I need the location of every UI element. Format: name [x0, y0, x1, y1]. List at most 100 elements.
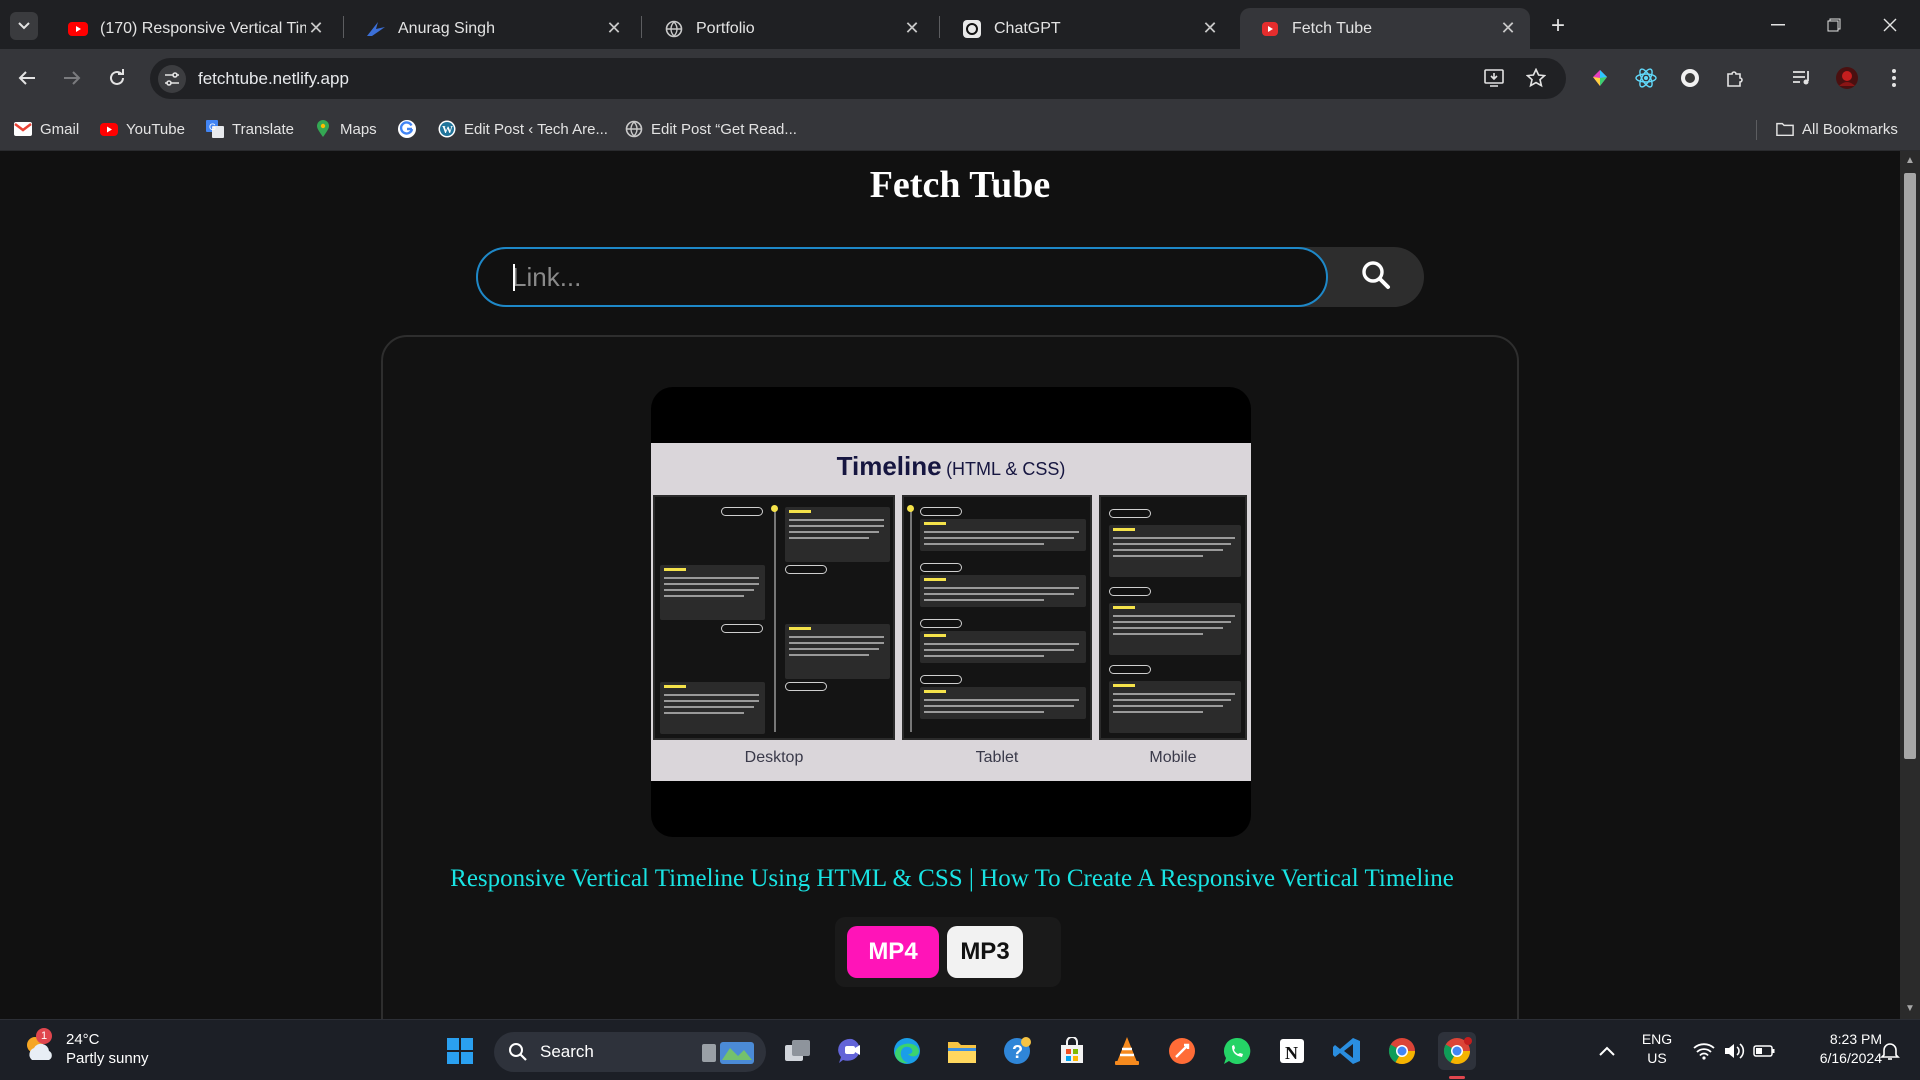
page-content: Fetch Tube Timeline (HTML & CSS)	[0, 151, 1900, 1019]
url-text: fetchtube.netlify.app	[198, 68, 349, 88]
vscode-icon[interactable]	[1328, 1032, 1366, 1070]
edge-browser-icon[interactable]	[888, 1032, 926, 1070]
task-view-icon[interactable]	[779, 1032, 817, 1070]
maps-icon	[314, 120, 332, 138]
taskbar-search[interactable]: Search	[494, 1032, 766, 1072]
scroll-thumb[interactable]	[1904, 173, 1916, 759]
battery-icon[interactable]	[1750, 1032, 1778, 1070]
language-indicator[interactable]: ENG US	[1640, 1030, 1674, 1068]
bookmark-google[interactable]	[398, 118, 424, 140]
help-icon[interactable]: ?	[998, 1032, 1036, 1070]
media-controls-icon[interactable]	[1788, 64, 1816, 92]
scroll-up-icon[interactable]: ▲	[1904, 155, 1916, 166]
close-tab-icon[interactable]: ✕	[902, 18, 922, 39]
weather-text: 24°C Partly sunny	[66, 1030, 149, 1068]
new-tab-button[interactable]: +	[1544, 12, 1572, 40]
minimize-button[interactable]	[1758, 10, 1798, 40]
clock-time: 8:23 PM	[1829, 1031, 1882, 1047]
folder-icon	[1776, 120, 1794, 138]
install-app-icon[interactable]	[1480, 64, 1508, 92]
video-thumbnail: Timeline (HTML & CSS) Desktop Tablet Mob…	[651, 387, 1251, 837]
region-code: US	[1647, 1050, 1667, 1066]
close-tab-icon[interactable]: ✕	[1200, 18, 1220, 39]
link-input[interactable]	[476, 247, 1328, 307]
forward-button[interactable]	[56, 62, 88, 94]
clock[interactable]: 8:23 PM 6/16/2024	[1782, 1030, 1882, 1068]
windows-start-icon[interactable]	[441, 1032, 479, 1070]
vlc-icon[interactable]	[1108, 1032, 1146, 1070]
site-settings-icon[interactable]	[158, 64, 186, 93]
notion-icon[interactable]: N	[1273, 1032, 1311, 1070]
whatsapp-icon[interactable]	[1218, 1032, 1256, 1070]
mp3-button[interactable]: MP3	[947, 926, 1023, 978]
close-window-button[interactable]	[1870, 10, 1910, 40]
postman-icon[interactable]	[1163, 1032, 1201, 1070]
browser-menu-icon[interactable]	[1880, 64, 1908, 92]
translate-icon: G	[206, 120, 224, 138]
tab-search-button[interactable]	[10, 12, 38, 40]
tab-separator	[939, 16, 940, 38]
page-scrollbar[interactable]: ▲ ▼	[1900, 151, 1920, 1019]
search-bar	[476, 247, 1424, 307]
reload-button[interactable]	[101, 62, 133, 94]
wifi-icon[interactable]	[1690, 1032, 1718, 1070]
bookmark-maps[interactable]: Maps	[314, 118, 377, 140]
react-devtools-icon[interactable]	[1632, 64, 1660, 92]
restore-button[interactable]	[1814, 10, 1854, 40]
tab-chatgpt[interactable]: ChatGPT ✕	[942, 8, 1232, 49]
google-icon	[398, 120, 416, 138]
timeline-date	[785, 682, 827, 691]
bookmark-edit-post-tech[interactable]: W Edit Post ‹ Tech Are...	[438, 118, 608, 140]
address-bar[interactable]: fetchtube.netlify.app	[150, 58, 1566, 99]
wordpress-icon: W	[438, 120, 456, 138]
close-tab-icon[interactable]: ✕	[1498, 18, 1518, 39]
bookmark-gmail[interactable]: Gmail	[14, 118, 79, 140]
back-button[interactable]	[11, 62, 43, 94]
show-hidden-icons[interactable]	[1592, 1032, 1622, 1070]
teams-chat-icon[interactable]	[833, 1032, 871, 1070]
timeline-entry	[785, 624, 890, 679]
tab-title: (170) Responsive Vertical Timeli	[100, 19, 306, 37]
tab-title: Portfolio	[696, 19, 755, 37]
mp4-button[interactable]: MP4	[847, 926, 939, 978]
bookmark-label: Edit Post “Get Read...	[651, 120, 797, 138]
tab-portfolio[interactable]: Portfolio ✕	[644, 8, 934, 49]
youtube-icon	[68, 19, 88, 39]
timeline-date	[1109, 665, 1151, 674]
color-extension-icon[interactable]	[1586, 64, 1614, 92]
extension-circle-icon[interactable]	[1676, 64, 1704, 92]
chrome-icon[interactable]	[1383, 1032, 1421, 1070]
tab-youtube[interactable]: (170) Responsive Vertical Timeli ✕	[48, 8, 338, 49]
bookmark-youtube[interactable]: YouTube	[100, 118, 185, 140]
weather-widget[interactable]: 1 24°C Partly sunny	[22, 1028, 149, 1068]
chrome-active-icon[interactable]	[1438, 1032, 1476, 1070]
clock-date: 6/16/2024	[1819, 1050, 1882, 1066]
tab-fetch-tube[interactable]: Fetch Tube ✕	[1240, 8, 1530, 49]
scroll-down-icon[interactable]: ▼	[1904, 1003, 1916, 1014]
microsoft-store-icon[interactable]	[1053, 1032, 1091, 1070]
close-tab-icon[interactable]: ✕	[604, 18, 624, 39]
bookmark-edit-post-get-read[interactable]: Edit Post “Get Read...	[625, 118, 797, 140]
tab-anurag-singh[interactable]: Anurag Singh ✕	[346, 8, 636, 49]
timeline-date	[785, 565, 827, 574]
timeline-entry	[660, 565, 765, 620]
thumbnail-label-desktop: Desktop	[744, 749, 804, 766]
search-button[interactable]	[1328, 247, 1424, 307]
notifications-icon[interactable]	[1876, 1032, 1904, 1070]
extensions-puzzle-icon[interactable]	[1721, 64, 1749, 92]
bookmark-label: Maps	[340, 120, 377, 138]
timeline-line	[774, 507, 776, 732]
profile-avatar[interactable]	[1833, 64, 1861, 92]
bookmark-translate[interactable]: G Translate	[206, 118, 294, 140]
thumbnail-heading: Timeline (HTML & CSS)	[651, 451, 1251, 482]
file-explorer-icon[interactable]	[943, 1032, 981, 1070]
timeline-entry	[920, 575, 1086, 607]
volume-icon[interactable]	[1720, 1032, 1748, 1070]
gmail-icon	[14, 120, 32, 138]
all-bookmarks-button[interactable]: All Bookmarks	[1776, 118, 1898, 140]
bookmark-star-icon[interactable]	[1522, 64, 1550, 92]
timeline-entry	[1109, 525, 1241, 577]
windows-taskbar: 1 24°C Partly sunny Search ? N ENG US 8:…	[0, 1019, 1920, 1080]
thumbnail-label-tablet: Tablet	[975, 749, 1019, 766]
close-tab-icon[interactable]: ✕	[306, 18, 326, 39]
